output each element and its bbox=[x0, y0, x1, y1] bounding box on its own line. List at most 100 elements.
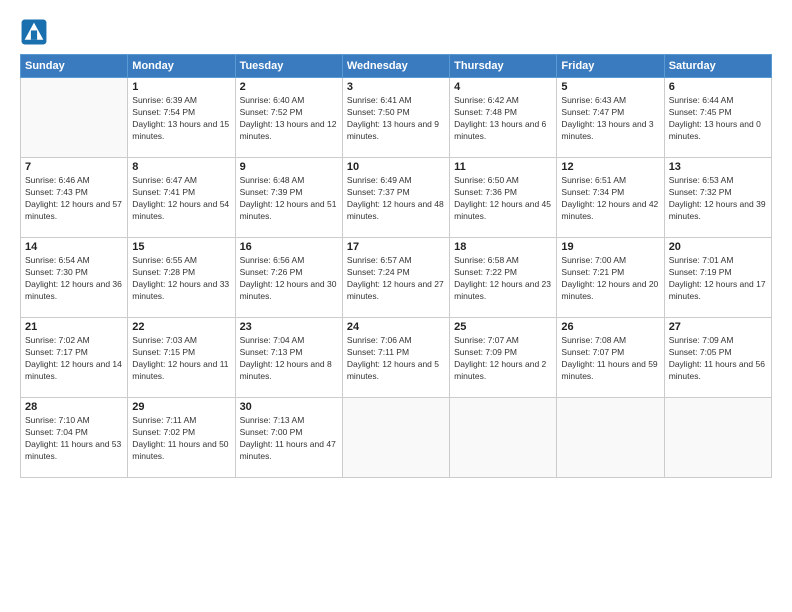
calendar-cell: 12 Sunrise: 6:51 AMSunset: 7:34 PMDaylig… bbox=[557, 158, 664, 238]
logo bbox=[20, 18, 52, 46]
day-number: 4 bbox=[454, 81, 552, 93]
day-number: 13 bbox=[669, 161, 767, 173]
day-info: Sunrise: 6:46 AMSunset: 7:43 PMDaylight:… bbox=[25, 175, 123, 223]
calendar-table: SundayMondayTuesdayWednesdayThursdayFrid… bbox=[20, 54, 772, 478]
day-number: 21 bbox=[25, 321, 123, 333]
day-number: 6 bbox=[669, 81, 767, 93]
day-number: 18 bbox=[454, 241, 552, 253]
day-info: Sunrise: 6:44 AMSunset: 7:45 PMDaylight:… bbox=[669, 95, 767, 143]
calendar-cell: 29 Sunrise: 7:11 AMSunset: 7:02 PMDaylig… bbox=[128, 398, 235, 478]
calendar-cell: 5 Sunrise: 6:43 AMSunset: 7:47 PMDayligh… bbox=[557, 78, 664, 158]
day-number: 25 bbox=[454, 321, 552, 333]
day-info: Sunrise: 6:53 AMSunset: 7:32 PMDaylight:… bbox=[669, 175, 767, 223]
calendar-cell: 15 Sunrise: 6:55 AMSunset: 7:28 PMDaylig… bbox=[128, 238, 235, 318]
calendar-week-5: 28 Sunrise: 7:10 AMSunset: 7:04 PMDaylig… bbox=[21, 398, 772, 478]
calendar-cell: 14 Sunrise: 6:54 AMSunset: 7:30 PMDaylig… bbox=[21, 238, 128, 318]
day-number: 12 bbox=[561, 161, 659, 173]
calendar-cell: 17 Sunrise: 6:57 AMSunset: 7:24 PMDaylig… bbox=[342, 238, 449, 318]
calendar-cell: 16 Sunrise: 6:56 AMSunset: 7:26 PMDaylig… bbox=[235, 238, 342, 318]
calendar-cell: 4 Sunrise: 6:42 AMSunset: 7:48 PMDayligh… bbox=[450, 78, 557, 158]
day-number: 15 bbox=[132, 241, 230, 253]
calendar-cell: 28 Sunrise: 7:10 AMSunset: 7:04 PMDaylig… bbox=[21, 398, 128, 478]
day-number: 7 bbox=[25, 161, 123, 173]
weekday-header-monday: Monday bbox=[128, 55, 235, 78]
day-number: 27 bbox=[669, 321, 767, 333]
day-number: 26 bbox=[561, 321, 659, 333]
day-info: Sunrise: 7:04 AMSunset: 7:13 PMDaylight:… bbox=[240, 335, 338, 383]
calendar-cell: 21 Sunrise: 7:02 AMSunset: 7:17 PMDaylig… bbox=[21, 318, 128, 398]
day-number: 16 bbox=[240, 241, 338, 253]
calendar-header: SundayMondayTuesdayWednesdayThursdayFrid… bbox=[21, 55, 772, 78]
day-info: Sunrise: 7:11 AMSunset: 7:02 PMDaylight:… bbox=[132, 415, 230, 463]
day-number: 11 bbox=[454, 161, 552, 173]
day-number: 14 bbox=[25, 241, 123, 253]
day-info: Sunrise: 6:39 AMSunset: 7:54 PMDaylight:… bbox=[132, 95, 230, 143]
day-info: Sunrise: 7:03 AMSunset: 7:15 PMDaylight:… bbox=[132, 335, 230, 383]
logo-icon bbox=[20, 18, 48, 46]
calendar-cell: 8 Sunrise: 6:47 AMSunset: 7:41 PMDayligh… bbox=[128, 158, 235, 238]
day-info: Sunrise: 6:47 AMSunset: 7:41 PMDaylight:… bbox=[132, 175, 230, 223]
calendar-cell: 24 Sunrise: 7:06 AMSunset: 7:11 PMDaylig… bbox=[342, 318, 449, 398]
day-number: 10 bbox=[347, 161, 445, 173]
weekday-header-saturday: Saturday bbox=[664, 55, 771, 78]
day-info: Sunrise: 6:50 AMSunset: 7:36 PMDaylight:… bbox=[454, 175, 552, 223]
calendar-week-4: 21 Sunrise: 7:02 AMSunset: 7:17 PMDaylig… bbox=[21, 318, 772, 398]
day-info: Sunrise: 6:57 AMSunset: 7:24 PMDaylight:… bbox=[347, 255, 445, 303]
day-info: Sunrise: 6:48 AMSunset: 7:39 PMDaylight:… bbox=[240, 175, 338, 223]
day-number: 9 bbox=[240, 161, 338, 173]
day-info: Sunrise: 6:56 AMSunset: 7:26 PMDaylight:… bbox=[240, 255, 338, 303]
calendar-cell: 1 Sunrise: 6:39 AMSunset: 7:54 PMDayligh… bbox=[128, 78, 235, 158]
calendar-cell bbox=[450, 398, 557, 478]
calendar-cell: 26 Sunrise: 7:08 AMSunset: 7:07 PMDaylig… bbox=[557, 318, 664, 398]
day-number: 23 bbox=[240, 321, 338, 333]
calendar-week-3: 14 Sunrise: 6:54 AMSunset: 7:30 PMDaylig… bbox=[21, 238, 772, 318]
calendar-cell: 13 Sunrise: 6:53 AMSunset: 7:32 PMDaylig… bbox=[664, 158, 771, 238]
header bbox=[20, 18, 772, 46]
calendar-cell bbox=[342, 398, 449, 478]
day-info: Sunrise: 6:42 AMSunset: 7:48 PMDaylight:… bbox=[454, 95, 552, 143]
day-number: 22 bbox=[132, 321, 230, 333]
day-info: Sunrise: 6:40 AMSunset: 7:52 PMDaylight:… bbox=[240, 95, 338, 143]
day-info: Sunrise: 7:08 AMSunset: 7:07 PMDaylight:… bbox=[561, 335, 659, 383]
calendar-cell: 22 Sunrise: 7:03 AMSunset: 7:15 PMDaylig… bbox=[128, 318, 235, 398]
day-info: Sunrise: 6:43 AMSunset: 7:47 PMDaylight:… bbox=[561, 95, 659, 143]
calendar-cell: 19 Sunrise: 7:00 AMSunset: 7:21 PMDaylig… bbox=[557, 238, 664, 318]
day-number: 29 bbox=[132, 401, 230, 413]
calendar-cell: 10 Sunrise: 6:49 AMSunset: 7:37 PMDaylig… bbox=[342, 158, 449, 238]
calendar-week-1: 1 Sunrise: 6:39 AMSunset: 7:54 PMDayligh… bbox=[21, 78, 772, 158]
day-info: Sunrise: 7:09 AMSunset: 7:05 PMDaylight:… bbox=[669, 335, 767, 383]
day-info: Sunrise: 6:58 AMSunset: 7:22 PMDaylight:… bbox=[454, 255, 552, 303]
day-number: 2 bbox=[240, 81, 338, 93]
calendar-week-2: 7 Sunrise: 6:46 AMSunset: 7:43 PMDayligh… bbox=[21, 158, 772, 238]
calendar-cell: 3 Sunrise: 6:41 AMSunset: 7:50 PMDayligh… bbox=[342, 78, 449, 158]
day-info: Sunrise: 7:02 AMSunset: 7:17 PMDaylight:… bbox=[25, 335, 123, 383]
day-info: Sunrise: 7:01 AMSunset: 7:19 PMDaylight:… bbox=[669, 255, 767, 303]
day-info: Sunrise: 6:51 AMSunset: 7:34 PMDaylight:… bbox=[561, 175, 659, 223]
day-info: Sunrise: 7:10 AMSunset: 7:04 PMDaylight:… bbox=[25, 415, 123, 463]
calendar-cell: 2 Sunrise: 6:40 AMSunset: 7:52 PMDayligh… bbox=[235, 78, 342, 158]
calendar-cell: 27 Sunrise: 7:09 AMSunset: 7:05 PMDaylig… bbox=[664, 318, 771, 398]
weekday-row: SundayMondayTuesdayWednesdayThursdayFrid… bbox=[21, 55, 772, 78]
day-number: 5 bbox=[561, 81, 659, 93]
calendar-cell: 6 Sunrise: 6:44 AMSunset: 7:45 PMDayligh… bbox=[664, 78, 771, 158]
day-info: Sunrise: 6:54 AMSunset: 7:30 PMDaylight:… bbox=[25, 255, 123, 303]
calendar-cell: 11 Sunrise: 6:50 AMSunset: 7:36 PMDaylig… bbox=[450, 158, 557, 238]
calendar-cell: 20 Sunrise: 7:01 AMSunset: 7:19 PMDaylig… bbox=[664, 238, 771, 318]
page: SundayMondayTuesdayWednesdayThursdayFrid… bbox=[0, 0, 792, 612]
weekday-header-wednesday: Wednesday bbox=[342, 55, 449, 78]
calendar-cell: 9 Sunrise: 6:48 AMSunset: 7:39 PMDayligh… bbox=[235, 158, 342, 238]
day-number: 3 bbox=[347, 81, 445, 93]
calendar-cell: 30 Sunrise: 7:13 AMSunset: 7:00 PMDaylig… bbox=[235, 398, 342, 478]
day-info: Sunrise: 6:41 AMSunset: 7:50 PMDaylight:… bbox=[347, 95, 445, 143]
day-number: 1 bbox=[132, 81, 230, 93]
day-number: 24 bbox=[347, 321, 445, 333]
day-number: 20 bbox=[669, 241, 767, 253]
calendar-cell bbox=[557, 398, 664, 478]
calendar-cell: 7 Sunrise: 6:46 AMSunset: 7:43 PMDayligh… bbox=[21, 158, 128, 238]
weekday-header-sunday: Sunday bbox=[21, 55, 128, 78]
weekday-header-tuesday: Tuesday bbox=[235, 55, 342, 78]
day-info: Sunrise: 7:06 AMSunset: 7:11 PMDaylight:… bbox=[347, 335, 445, 383]
day-number: 28 bbox=[25, 401, 123, 413]
weekday-header-thursday: Thursday bbox=[450, 55, 557, 78]
day-number: 30 bbox=[240, 401, 338, 413]
